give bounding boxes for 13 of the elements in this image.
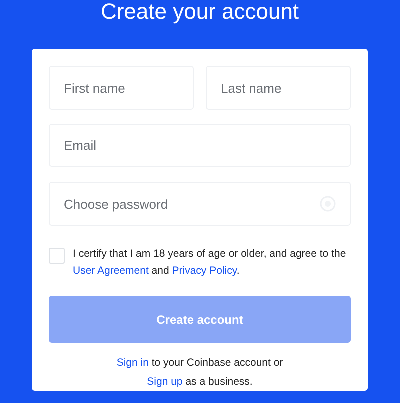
checkbox[interactable] xyxy=(49,248,65,264)
page-title: Create your account xyxy=(100,0,300,26)
password-field[interactable]: Choose password xyxy=(49,182,351,226)
footer-text: Sign in to your Coinbase account or xyxy=(116,356,284,371)
sign-link[interactable]: Sign up xyxy=(147,376,183,388)
email-field[interactable]: Email xyxy=(49,124,351,167)
sign-link[interactable]: Sign in xyxy=(116,357,149,369)
footer-text: Sign up as a business. xyxy=(147,375,253,390)
name-field[interactable]: First name xyxy=(49,66,194,110)
name-field[interactable]: Last name xyxy=(206,66,351,110)
policy-link[interactable]: Privacy Policy xyxy=(172,265,237,277)
certify-text: I certify that I am 18 years of age or older, and agree to the User Agreement and Privacy Policy. xyxy=(73,247,348,279)
policy-link[interactable]: User Agreement xyxy=(73,265,149,277)
